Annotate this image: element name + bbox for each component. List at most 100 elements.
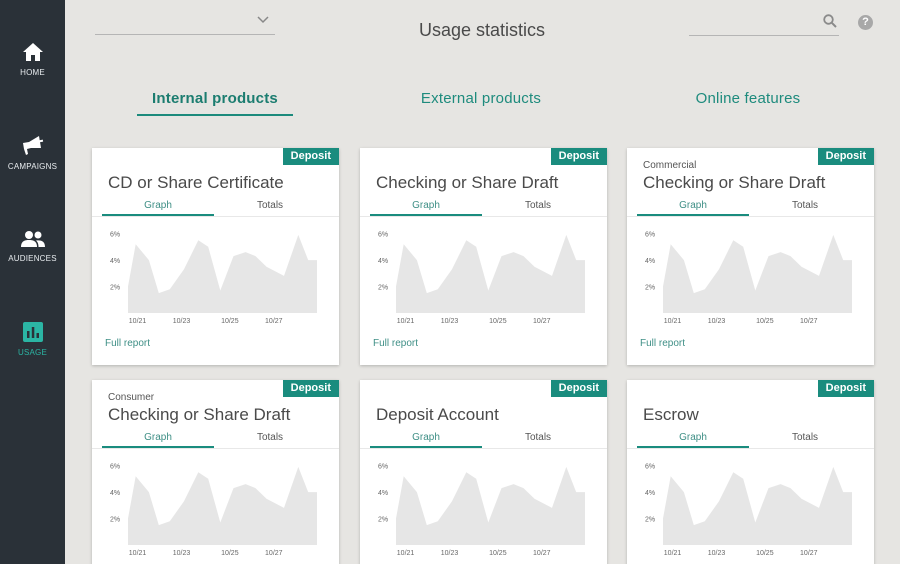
usage-chart: 6% 4% 2% 10/21 10/23 10/25 10/27 — [110, 232, 317, 325]
subtab-graph[interactable]: Graph — [102, 200, 214, 211]
megaphone-icon — [22, 136, 43, 155]
nav-label: USAGE — [17, 348, 47, 357]
chevron-down-icon — [257, 16, 269, 24]
subtab-graph[interactable]: Graph — [637, 200, 749, 211]
x-tick-label: 10/27 — [265, 318, 283, 325]
search-box — [689, 12, 839, 36]
subtab-totals[interactable]: Totals — [214, 200, 326, 211]
category-badge: Deposit — [817, 148, 874, 165]
x-tick-label: 10/25 — [489, 318, 507, 325]
subtab-totals[interactable]: Totals — [749, 200, 861, 211]
usage-chart: 6% 4% 2% 10/21 10/23 10/25 10/27 — [645, 464, 852, 557]
tab-internal-products[interactable]: Internal products — [137, 90, 293, 107]
usage-chart: 6% 4% 2% 10/21 10/23 10/25 10/27 — [378, 232, 585, 325]
area-series — [396, 234, 585, 313]
y-tick-label: 2% — [110, 285, 120, 292]
subtab-graph[interactable]: Graph — [102, 432, 214, 443]
divider — [92, 448, 339, 449]
search-icon[interactable] — [823, 14, 837, 28]
card-title: Deposit Account — [376, 405, 499, 424]
subtab-totals[interactable]: Totals — [749, 432, 861, 443]
x-tick-label: 10/27 — [800, 550, 818, 557]
product-card: Deposit Consumer Checking or Share Draft… — [92, 380, 339, 564]
subtab-graph[interactable]: Graph — [637, 432, 749, 443]
filter-select[interactable] — [95, 13, 275, 35]
nav-label: CAMPAIGNS — [7, 162, 58, 171]
card-subtitle: Consumer — [108, 392, 155, 403]
x-tick-label: 10/27 — [265, 550, 283, 557]
category-badge: Deposit — [550, 380, 607, 397]
subtab-graph[interactable]: Graph — [370, 432, 482, 443]
usage-chart: 6% 4% 2% 10/21 10/23 10/25 10/27 — [110, 464, 317, 557]
subtab-graph[interactable]: Graph — [370, 200, 482, 211]
y-tick-label: 6% — [110, 464, 120, 471]
x-tick-label: 10/23 — [173, 550, 191, 557]
y-tick-label: 6% — [110, 232, 120, 239]
divider — [627, 216, 874, 217]
product-card: Deposit CD or Share Certificate Graph To… — [92, 148, 339, 365]
card-title: Escrow — [643, 405, 699, 424]
card-title: Checking or Share Draft — [376, 173, 559, 192]
x-tick-label: 10/27 — [800, 318, 818, 325]
card-title: Checking or Share Draft — [643, 173, 826, 192]
home-icon — [22, 43, 43, 61]
x-tick-label: 10/25 — [221, 550, 239, 557]
x-tick-label: 10/25 — [756, 318, 774, 325]
area-series — [128, 234, 317, 313]
usage-chart: 6% 4% 2% 10/21 10/23 10/25 10/27 — [645, 232, 852, 325]
y-tick-label: 6% — [645, 464, 655, 471]
usage-chart: 6% 4% 2% 10/21 10/23 10/25 10/27 — [378, 464, 585, 557]
x-tick-label: 10/25 — [756, 550, 774, 557]
y-tick-label: 6% — [645, 232, 655, 239]
x-tick-label: 10/23 — [173, 318, 191, 325]
x-tick-label: 10/23 — [708, 550, 726, 557]
full-report-link[interactable]: Full report — [373, 338, 418, 349]
y-tick-label: 4% — [110, 490, 120, 497]
tab-external-products[interactable]: External products — [403, 90, 559, 107]
tab-online-features[interactable]: Online features — [670, 90, 826, 107]
people-icon — [20, 231, 45, 247]
x-tick-label: 10/25 — [221, 318, 239, 325]
y-tick-label: 4% — [645, 258, 655, 265]
y-tick-label: 2% — [645, 285, 655, 292]
help-icon[interactable]: ? — [858, 15, 873, 30]
nav-item-campaigns[interactable]: CAMPAIGNS — [0, 134, 65, 171]
product-card: Deposit Escrow Graph Totals 6% 4% 2% 10/21 1… — [627, 380, 874, 564]
x-tick-label: 10/27 — [533, 550, 551, 557]
nav-item-audiences[interactable]: AUDIENCES — [0, 230, 65, 263]
product-card: Deposit Checking or Share Draft Graph To… — [360, 148, 607, 365]
product-card: Deposit Commercial Checking or Share Dra… — [627, 148, 874, 365]
x-tick-label: 10/23 — [441, 550, 459, 557]
nav-item-home[interactable]: HOME — [0, 42, 65, 77]
subtab-totals[interactable]: Totals — [214, 432, 326, 443]
full-report-link[interactable]: Full report — [105, 338, 150, 349]
subtab-totals[interactable]: Totals — [482, 432, 594, 443]
x-tick-label: 10/21 — [129, 318, 147, 325]
bar-chart-icon — [22, 322, 43, 342]
nav-label: HOME — [20, 68, 45, 77]
nav-item-usage[interactable]: USAGE — [0, 322, 65, 357]
product-card: Deposit Deposit Account Graph Totals 6% 4… — [360, 380, 607, 564]
y-tick-label: 2% — [378, 285, 388, 292]
y-tick-label: 2% — [645, 517, 655, 524]
subtab-totals[interactable]: Totals — [482, 200, 594, 211]
x-tick-label: 10/21 — [397, 318, 415, 325]
category-badge: Deposit — [282, 380, 339, 397]
x-tick-label: 10/23 — [441, 318, 459, 325]
y-tick-label: 4% — [378, 490, 388, 497]
y-tick-label: 6% — [378, 464, 388, 471]
page-title: Usage statistics — [418, 20, 546, 40]
search-input[interactable] — [689, 12, 809, 34]
y-tick-label: 6% — [378, 232, 388, 239]
x-tick-label: 10/25 — [489, 550, 507, 557]
full-report-link[interactable]: Full report — [640, 338, 685, 349]
divider — [360, 216, 607, 217]
area-series — [396, 466, 585, 545]
card-title: Checking or Share Draft — [108, 405, 291, 424]
category-badge: Deposit — [282, 148, 339, 165]
area-series — [663, 234, 852, 313]
divider — [92, 216, 339, 217]
category-badge: Deposit — [817, 380, 874, 397]
divider — [627, 448, 874, 449]
x-tick-label: 10/21 — [664, 318, 682, 325]
